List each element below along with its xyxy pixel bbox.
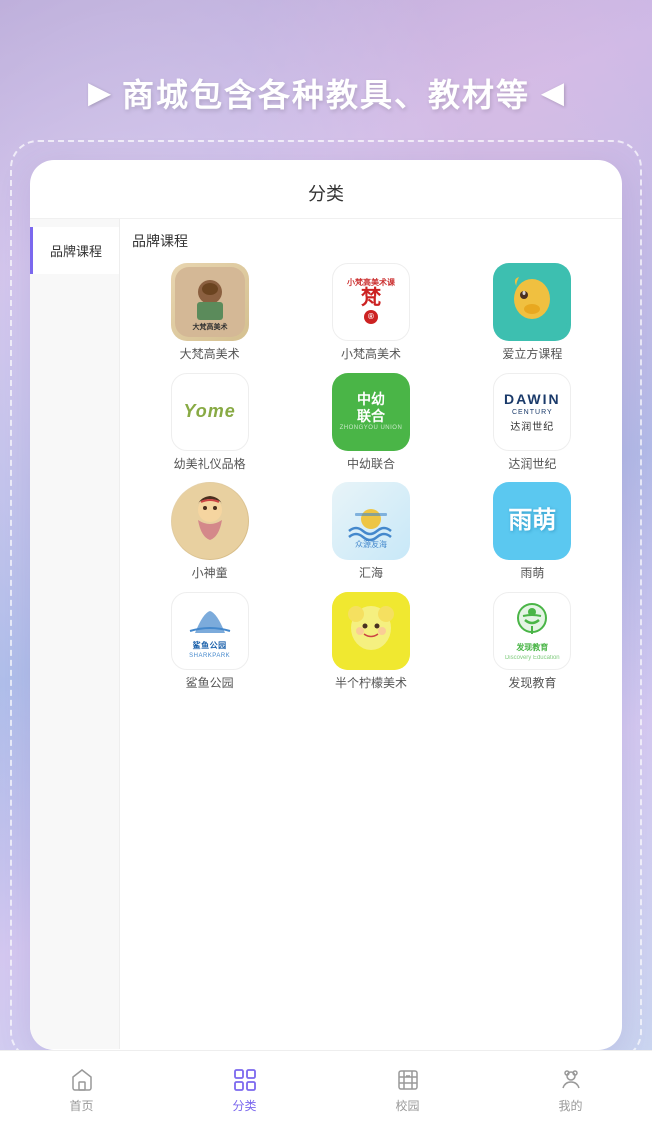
- nav-item-campus[interactable]: 校园: [375, 1059, 441, 1122]
- brand-logo-xiaoshentong: [171, 482, 249, 560]
- category-icon: [232, 1067, 258, 1093]
- brand-name-ailifang: 爱立方课程: [502, 347, 562, 363]
- brand-name-faxian: 发现教育: [508, 676, 556, 692]
- brand-logo-shayu: 鲨鱼公园 SHARKPARK: [171, 592, 249, 670]
- brand-logo-faxian: 发现教育 Discovery Education: [493, 592, 571, 670]
- brand-name-zhongyou: 中幼联合: [347, 457, 395, 473]
- nav-label-home: 首页: [69, 1097, 93, 1114]
- nav-item-mine[interactable]: 我的: [538, 1059, 604, 1122]
- main-card: 分类 品牌课程 品牌课程: [30, 160, 622, 1050]
- brand-name-dafan: 大梵高美术: [180, 347, 240, 363]
- card-title: 分类: [308, 184, 344, 204]
- mine-icon: [558, 1067, 584, 1093]
- brand-name-yumeng: 雨萌: [520, 566, 544, 582]
- brand-name-xiaoshentong: 小神童: [192, 566, 228, 582]
- brand-name-youmei: 幼美礼仪品格: [174, 457, 246, 473]
- brand-logo-yumeng: 雨萌: [493, 482, 571, 560]
- top-banner: ▶ 商城包含各种教具、教材等 ◀: [0, 0, 652, 185]
- brand-name-huihai: 汇海: [359, 566, 383, 582]
- brand-logo-youmei: Yome: [171, 373, 249, 451]
- campus-icon: [395, 1067, 421, 1093]
- brand-item-faxian[interactable]: 发现教育 Discovery Education 发现教育: [455, 592, 610, 692]
- nav-label-campus: 校园: [395, 1097, 419, 1114]
- brand-logo-xiaofan: 小梵高美术课 梵 ®: [332, 263, 410, 341]
- nav-item-category[interactable]: 分类: [212, 1059, 278, 1122]
- brand-item-darun[interactable]: DAWIN CENTURY 达润世纪 达润世纪: [455, 373, 610, 473]
- brand-item-xiaofan[interactable]: 小梵高美术课 梵 ® 小梵高美术: [293, 263, 448, 363]
- brand-logo-huihai: 众源友海: [332, 482, 410, 560]
- home-icon: [69, 1067, 95, 1093]
- nav-label-category: 分类: [232, 1097, 256, 1114]
- banner-arrow-left-icon: ▶: [88, 76, 110, 109]
- brand-item-dafan[interactable]: 大梵高美术 大梵高美术: [132, 263, 287, 363]
- card-body: 品牌课程 品牌课程 大梵高美术: [30, 219, 622, 1049]
- content-section-title: 品牌课程: [132, 231, 610, 251]
- brand-logo-banlemon: [332, 592, 410, 670]
- banner-main-text: 商城包含各种教具、教材等: [122, 70, 530, 116]
- brand-grid: 大梵高美术 大梵高美术 小梵高美术课 梵 ®: [132, 263, 610, 691]
- brand-item-zhongyou[interactable]: 中幼 联合 ZHONGYOU UNION 中幼联合: [293, 373, 448, 473]
- brand-item-youmei[interactable]: Yome 幼美礼仪品格: [132, 373, 287, 473]
- brand-item-huihai[interactable]: 众源友海 汇海: [293, 482, 448, 582]
- brand-item-shayu[interactable]: 鲨鱼公园 SHARKPARK 鲨鱼公园: [132, 592, 287, 692]
- nav-item-home[interactable]: 首页: [49, 1059, 115, 1122]
- brand-logo-ailifang: [493, 263, 571, 341]
- brand-name-shayu: 鲨鱼公园: [186, 676, 234, 692]
- banner-arrow-right-icon: ◀: [542, 76, 564, 109]
- brand-item-banlemon[interactable]: 半个柠檬美术: [293, 592, 448, 692]
- brand-logo-zhongyou: 中幼 联合 ZHONGYOU UNION: [332, 373, 410, 451]
- svg-text:大梵高美术: 大梵高美术: [192, 322, 227, 331]
- card-header: 分类: [30, 160, 622, 219]
- sidebar: 品牌课程: [30, 219, 120, 1049]
- bottom-nav: 首页 分类 校园: [0, 1050, 652, 1130]
- brand-item-ailifang[interactable]: 爱立方课程: [455, 263, 610, 363]
- nav-label-mine: 我的: [558, 1097, 582, 1114]
- content-area[interactable]: 品牌课程 大梵高美术 大梵高美术: [120, 219, 622, 1049]
- brand-name-banlemon: 半个柠檬美术: [335, 676, 407, 692]
- brand-name-xiaofan: 小梵高美术: [341, 347, 401, 363]
- sidebar-item-brand-courses[interactable]: 品牌课程: [30, 227, 119, 274]
- brand-item-yumeng[interactable]: 雨萌 雨萌: [455, 482, 610, 582]
- svg-text:众源友海: 众源友海: [355, 539, 387, 549]
- brand-item-xiaoshentong[interactable]: 小神童: [132, 482, 287, 582]
- brand-name-darun: 达润世纪: [508, 457, 556, 473]
- brand-logo-dafan: 大梵高美术: [171, 263, 249, 341]
- brand-logo-darun: DAWIN CENTURY 达润世纪: [493, 373, 571, 451]
